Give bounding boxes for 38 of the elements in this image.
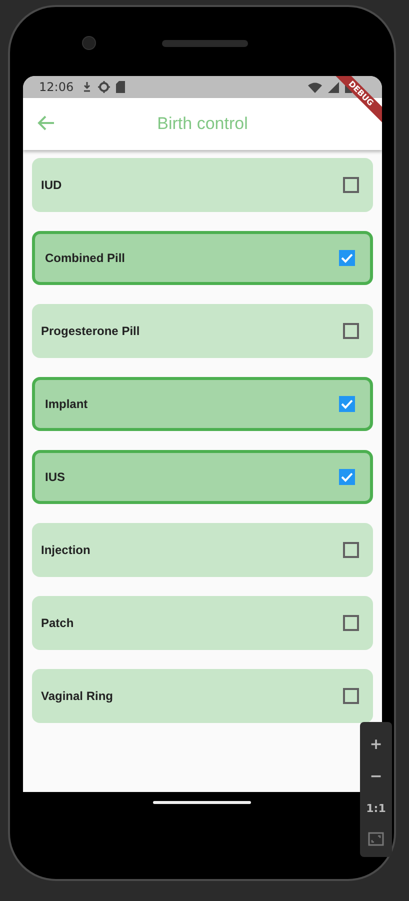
zoom-control[interactable]: −: [370, 760, 382, 792]
checkbox[interactable]: [339, 396, 355, 412]
checkbox[interactable]: [343, 615, 359, 631]
option-label: IUS: [45, 470, 66, 484]
zoom-control[interactable]: +: [370, 728, 382, 760]
gear-icon: [98, 81, 110, 93]
checkbox[interactable]: [343, 323, 359, 339]
checkbox[interactable]: [343, 542, 359, 558]
back-button[interactable]: [35, 113, 57, 133]
option-label: Combined Pill: [45, 251, 126, 265]
back-arrow-icon: [37, 115, 55, 131]
checkbox[interactable]: [343, 177, 359, 193]
option-label: IUD: [41, 178, 62, 192]
option-label: Patch: [41, 616, 74, 630]
sd-card-icon: [116, 81, 125, 93]
option-card[interactable]: Combined Pill: [32, 231, 373, 285]
option-card[interactable]: Implant: [32, 377, 373, 431]
wifi-icon: [308, 82, 322, 92]
checkbox[interactable]: [339, 250, 355, 266]
camera-icon: [82, 36, 96, 50]
checkbox[interactable]: [343, 688, 359, 704]
checkbox[interactable]: [339, 469, 355, 485]
option-label: Progesterone Pill: [41, 324, 140, 338]
option-label: Vaginal Ring: [41, 689, 114, 703]
zoom-control[interactable]: 1:1: [366, 792, 386, 824]
signal-icon: [328, 82, 339, 92]
option-card[interactable]: Patch: [32, 596, 373, 650]
option-card[interactable]: Progesterone Pill: [32, 304, 373, 358]
screen-title: Birth control: [157, 114, 248, 134]
option-label: Injection: [41, 543, 90, 557]
fit-screen-icon[interactable]: [368, 832, 384, 846]
option-card[interactable]: IUS: [32, 450, 373, 504]
option-card[interactable]: IUD: [32, 158, 373, 212]
option-card[interactable]: Injection: [32, 523, 373, 577]
download-icon: [82, 81, 92, 93]
option-label: Implant: [45, 397, 88, 411]
option-card[interactable]: Vaginal Ring: [32, 669, 373, 723]
status-time: 12:06: [39, 80, 74, 94]
